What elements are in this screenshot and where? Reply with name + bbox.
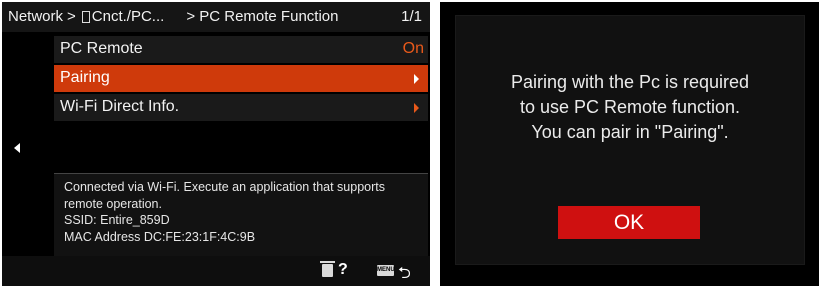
menu-list: PC Remote On Pairing Wi-Fi Direct Info.: [54, 36, 428, 151]
menu-item-label: Wi-Fi Direct Info.: [60, 98, 180, 115]
pc-remote-function-screen: Network > Cnct./PC... > PC Remote Functi…: [2, 2, 430, 286]
dialog-message-line: Pairing with the Pc is required: [510, 72, 750, 92]
info-line: remote operation.: [64, 196, 162, 211]
ssid-text: SSID: Entire_859D: [64, 213, 170, 227]
footer-bar: ? MENU ⮌: [2, 256, 430, 286]
menu-item-pairing[interactable]: Pairing: [54, 65, 428, 92]
page-indicator: 1/1: [401, 8, 422, 25]
breadcrumb-current: > PC Remote Function: [186, 8, 339, 25]
menu-empty-row: [54, 123, 428, 151]
header-bar: Network > Cnct./PC... > PC Remote Functi…: [2, 2, 430, 32]
chevron-right-icon: [414, 103, 419, 113]
dialog-message: Pairing with the Pc is required to use P…: [456, 70, 804, 145]
mac-address-text: MAC Address DC:FE:23:1F:4C:9B: [64, 229, 256, 244]
breadcrumb: Network > Cnct./PC... > PC Remote Functi…: [8, 8, 338, 25]
pairing-required-screen: Pairing with the Pc is required to use P…: [440, 2, 819, 286]
info-line: Connected via Wi-Fi. Execute an applicat…: [64, 180, 386, 194]
left-arrow-icon[interactable]: [14, 143, 20, 153]
help-mark[interactable]: ?: [338, 261, 348, 279]
chevron-right-icon: [414, 74, 419, 84]
cnct-pc-icon: [81, 10, 90, 23]
menu-item-label: Pairing: [60, 69, 110, 86]
ok-button[interactable]: OK: [558, 206, 700, 239]
breadcrumb-cnct[interactable]: Cnct./PC...: [92, 8, 165, 25]
menu-item-wifi-direct-info[interactable]: Wi-Fi Direct Info.: [54, 94, 428, 121]
trash-icon[interactable]: [320, 261, 335, 277]
menu-item-pc-remote[interactable]: PC Remote On: [54, 36, 428, 63]
dialog-box: Pairing with the Pc is required to use P…: [455, 15, 805, 265]
breadcrumb-network[interactable]: Network: [8, 8, 63, 25]
dialog-message-line: to use PC Remote function.: [519, 97, 741, 117]
dialog-message-line: You can pair in "Pairing".: [531, 122, 729, 142]
return-icon[interactable]: ⮌: [398, 262, 411, 289]
info-panel: Connected via Wi-Fi. Execute an applicat…: [54, 173, 428, 256]
menu-icon[interactable]: MENU: [377, 265, 395, 276]
breadcrumb-separator: >: [67, 8, 76, 25]
menu-item-value: On: [402, 40, 424, 57]
menu-item-label: PC Remote: [60, 40, 143, 57]
